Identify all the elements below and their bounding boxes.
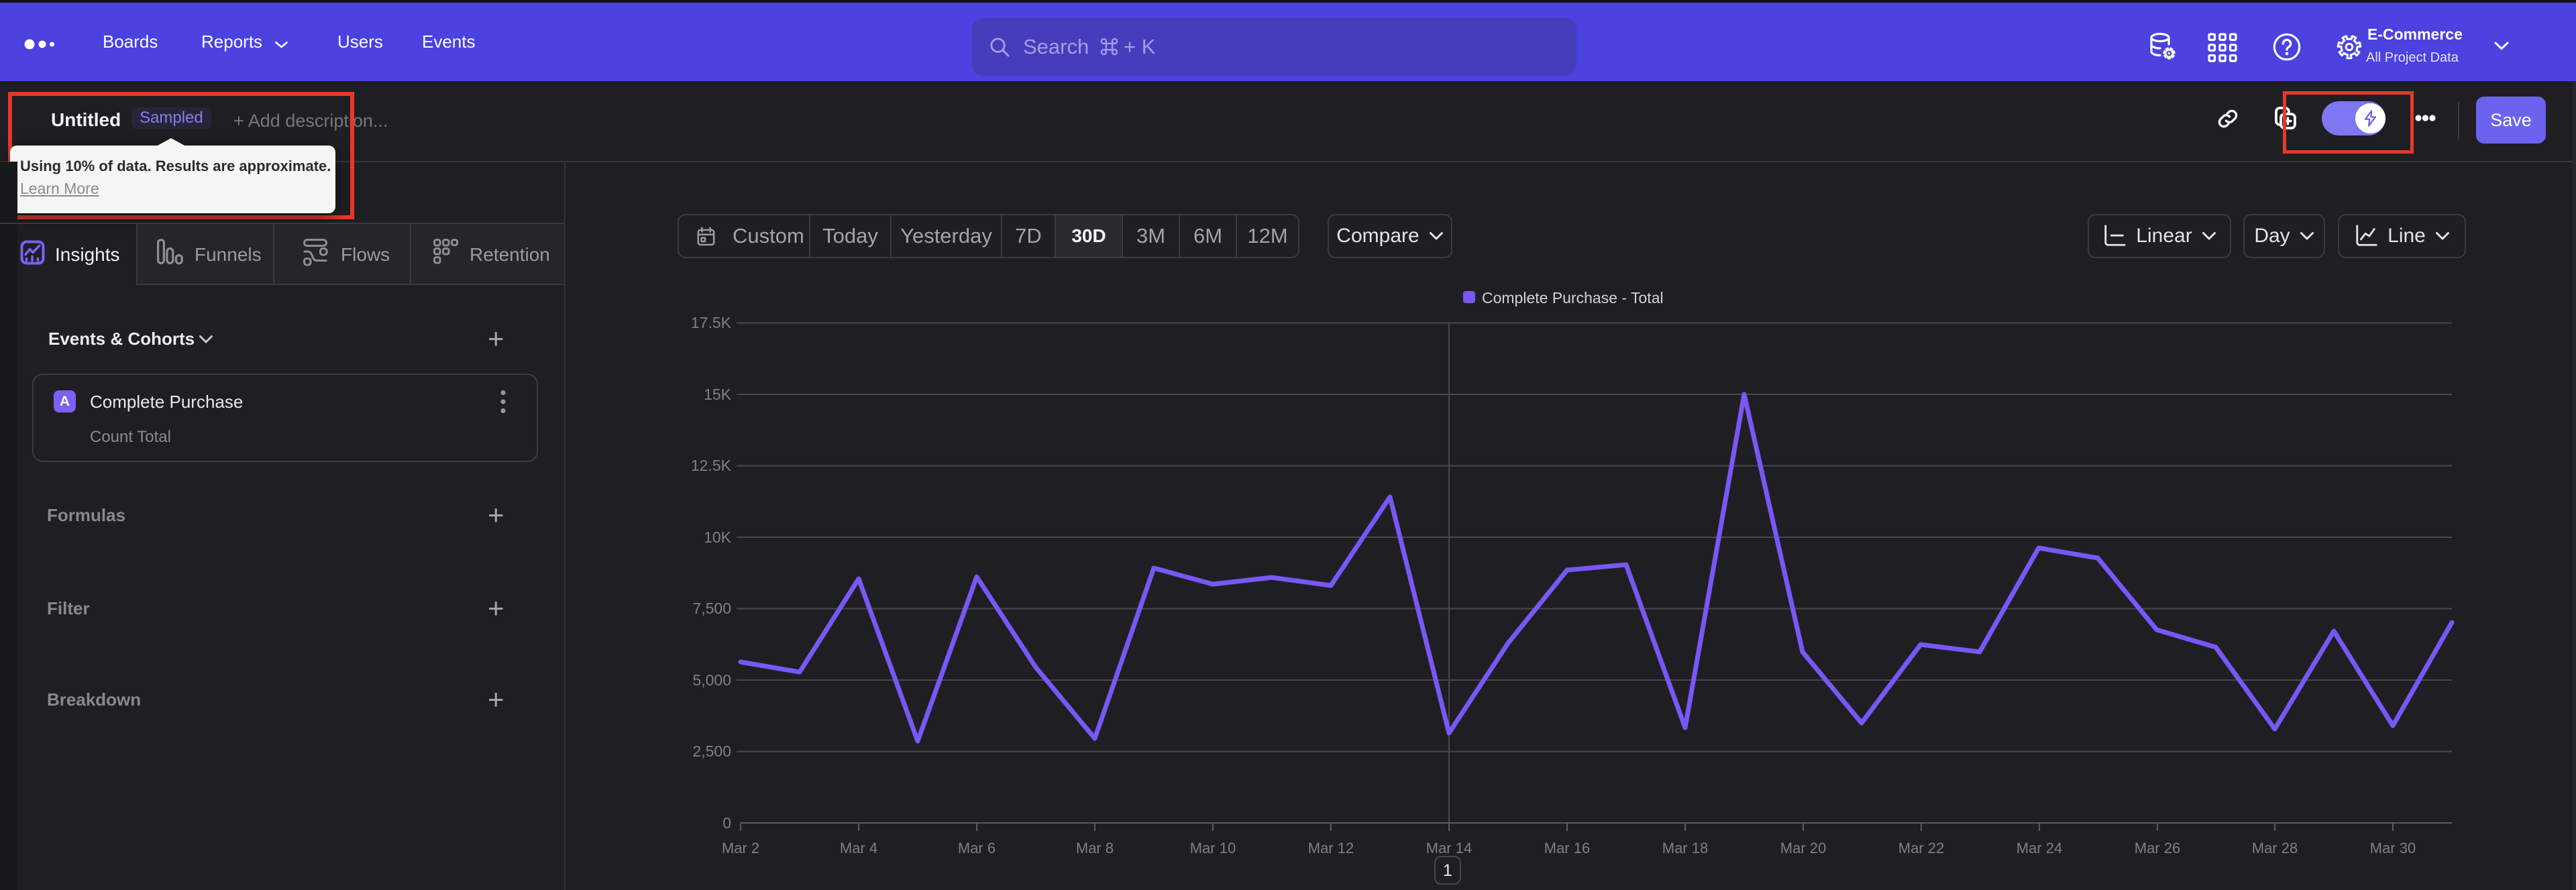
svg-text:Mar 12: Mar 12: [1308, 840, 1354, 856]
svg-text:Mar 22: Mar 22: [1898, 840, 1944, 856]
svg-text:10K: 10K: [704, 529, 732, 546]
svg-text:7,500: 7,500: [692, 600, 731, 617]
svg-text:Mar 26: Mar 26: [2135, 840, 2180, 856]
svg-text:12.5K: 12.5K: [691, 457, 732, 474]
svg-text:Mar 24: Mar 24: [2017, 840, 2062, 856]
svg-text:Mar 10: Mar 10: [1190, 840, 1236, 856]
svg-text:2,500: 2,500: [692, 742, 731, 760]
svg-text:17.5K: 17.5K: [691, 314, 732, 331]
svg-text:Mar 14: Mar 14: [1426, 840, 1472, 856]
svg-text:Mar 20: Mar 20: [1780, 840, 1826, 856]
svg-text:Mar 30: Mar 30: [2370, 840, 2416, 856]
svg-text:Mar 28: Mar 28: [2252, 840, 2298, 856]
svg-text:Mar 4: Mar 4: [840, 840, 877, 856]
svg-text:Mar 2: Mar 2: [722, 840, 759, 856]
svg-text:Mar 18: Mar 18: [1662, 840, 1708, 856]
svg-text:15K: 15K: [704, 386, 732, 403]
svg-text:0: 0: [722, 814, 731, 832]
svg-text:Mar 6: Mar 6: [958, 840, 996, 856]
svg-text:5,000: 5,000: [692, 671, 731, 689]
svg-text:Mar 16: Mar 16: [1544, 840, 1590, 856]
svg-text:Mar 8: Mar 8: [1076, 840, 1114, 856]
